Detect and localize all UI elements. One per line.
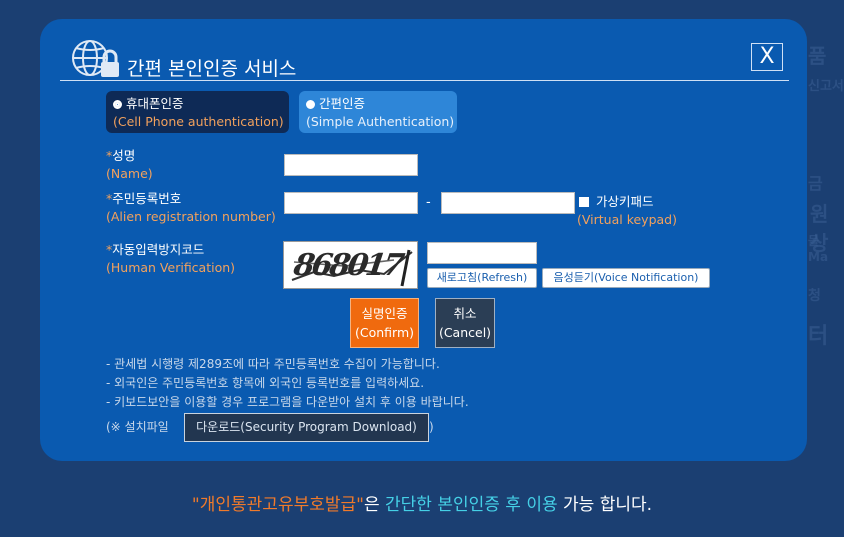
globe-lock-icon xyxy=(72,40,119,77)
rrn-second-input[interactable] xyxy=(441,192,575,214)
background-decoration: 몰 xyxy=(808,234,820,248)
close-button[interactable]: X xyxy=(751,43,783,71)
radio-unselected-icon xyxy=(306,100,315,109)
captcha-label: *자동입력방지코드 (Human Verification) xyxy=(106,242,236,275)
background-decoration: 품 xyxy=(808,44,827,68)
modal-title: 간편 본인인증 서비스 xyxy=(127,58,297,80)
download-button[interactable]: 다운로드(Security Program Download) xyxy=(184,413,429,442)
background-decoration: 금 xyxy=(808,174,823,193)
title-divider xyxy=(60,80,789,81)
voice-button[interactable]: 음성듣기(Voice Notification) xyxy=(542,268,710,288)
tab-cell-phone-auth[interactable]: 휴대폰인증 (Cell Phone authentication) xyxy=(106,91,289,133)
virtual-keypad-label: 가상키패드 xyxy=(596,194,654,209)
background-decoration: 터 xyxy=(808,324,829,349)
refresh-button[interactable]: 새로고침(Refresh) xyxy=(427,268,537,288)
note-line: - 키보드보안을 이용할 경우 프로그램을 다운받아 설치 후 이용 바랍니다. xyxy=(106,395,469,409)
tab-sublabel: (Simple Authentication) xyxy=(306,114,455,129)
background-decoration: 청 xyxy=(808,288,821,304)
confirm-button[interactable]: 실명인증 (Confirm) xyxy=(350,298,419,348)
note-line: - 관세법 시행령 제289조에 따라 주민등록번호 수집이 가능합니다. xyxy=(106,357,440,371)
captcha-image: 868017 xyxy=(283,241,418,289)
install-note-suffix: ) xyxy=(429,420,434,434)
rrn-separator: - xyxy=(426,195,431,210)
auth-modal: 간편 본인인증 서비스 X 휴대폰인증 (Cell Phone authenti… xyxy=(40,19,807,461)
tab-label: 간편인증 xyxy=(319,96,366,111)
tab-simple-auth[interactable]: 간편인증 (Simple Authentication) xyxy=(299,91,457,133)
rrn-first-input[interactable] xyxy=(284,192,418,214)
install-note-prefix: (※ 설치파일 xyxy=(106,420,169,434)
name-label: *성명 (Name) xyxy=(106,148,153,181)
background-decoration: 신고서 xyxy=(808,79,844,94)
radio-selected-icon xyxy=(113,100,122,109)
virtual-keypad-sublabel: (Virtual keypad) xyxy=(577,212,677,227)
note-line: - 외국인은 주민등록번호 항목에 외국인 등록번호를 입력하세요. xyxy=(106,376,425,390)
name-input[interactable] xyxy=(284,154,418,176)
background-decoration: Ma xyxy=(808,250,829,264)
captcha-code: 868017 xyxy=(291,248,404,283)
tab-sublabel: (Cell Phone authentication) xyxy=(113,114,284,129)
tab-label: 휴대폰인증 xyxy=(126,96,184,111)
captcha-input[interactable] xyxy=(427,242,537,264)
cancel-button[interactable]: 취소 (Cancel) xyxy=(435,298,495,348)
footer-message: "개인통관고유부호발급"은 간단한 본인인증 후 이용 가능 합니다. xyxy=(191,495,653,515)
virtual-keypad-checkbox[interactable] xyxy=(579,197,589,207)
rrn-label: *주민등록번호 (Alien registration number) xyxy=(106,191,276,224)
